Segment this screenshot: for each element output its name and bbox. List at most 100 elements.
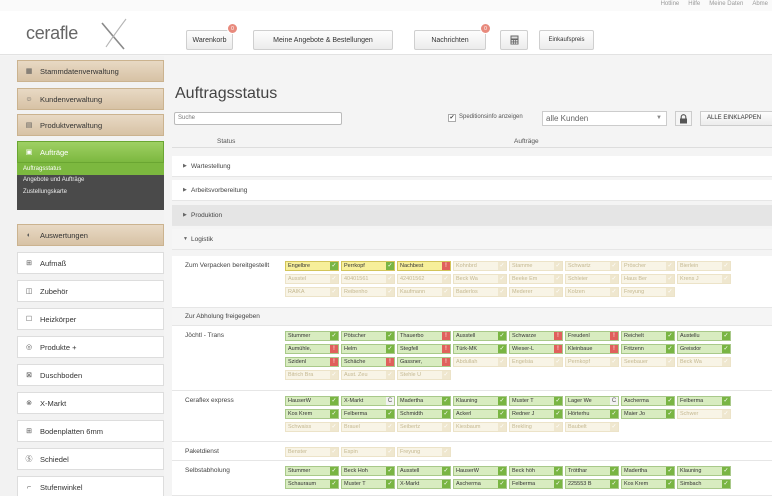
order-chip[interactable]: Schwer ✓ (677, 409, 731, 419)
order-chip[interactable]: Engelsia ✓ (509, 357, 563, 367)
lock-button[interactable] (675, 111, 692, 126)
search-input[interactable]: Suche (174, 112, 342, 125)
sidebar-item-x-markt[interactable]: ⊗ X-Markt (17, 392, 164, 414)
order-chip[interactable]: Kos Krem ✓ (285, 409, 339, 419)
order-chip[interactable]: Muster T ✓ (509, 396, 563, 406)
order-chip[interactable]: Reichelt ✓ (621, 331, 675, 341)
sidebar-item-auswertungen[interactable]: ◐ Auswertungen (17, 224, 164, 246)
order-chip[interactable]: Gassner,! (397, 357, 451, 367)
order-chip[interactable]: Hörterhu ✓ (565, 409, 619, 419)
order-chip[interactable]: Thauerbo! (397, 331, 451, 341)
order-chip[interactable]: Perrkopf ✓ (341, 261, 395, 271)
order-chip[interactable]: Nachbest! (397, 261, 451, 271)
order-chip[interactable]: Ausstel ✓ (285, 274, 339, 284)
order-chip[interactable]: Pernkopf ✓ (565, 357, 619, 367)
order-chip[interactable]: Aust. Zeu ✓ (341, 370, 395, 380)
order-chip[interactable]: Felberma ✓ (341, 409, 395, 419)
order-chip[interactable]: Türk-MK ✓ (453, 344, 507, 354)
order-chip[interactable]: Schwartz ✓ (565, 261, 619, 271)
order-chip[interactable]: Brauel ✓ (341, 422, 395, 432)
order-chip[interactable]: Trötthar ✓ (565, 466, 619, 476)
sidebar-item-produkte-plus[interactable]: ◎ Produkte + (17, 336, 164, 358)
group-produktion[interactable]: ▶ Produktion (172, 205, 772, 226)
sidebar-item-kunden[interactable]: ☺ Kundenverwaltung (17, 88, 164, 110)
customer-select[interactable]: alle Kunden ▼ (542, 111, 667, 126)
order-chip[interactable]: Schwarze! (509, 331, 563, 341)
order-chip[interactable]: Kolzen ✓ (565, 287, 619, 297)
group-wartestellung[interactable]: ▶ Wartestellung (172, 156, 772, 177)
order-chip[interactable]: Wieser-L! (509, 344, 563, 354)
order-chip[interactable]: Kiesbaum ✓ (453, 422, 507, 432)
order-chip[interactable]: Pötscher ✓ (341, 331, 395, 341)
sidebar-item-bodenplatten[interactable]: ⊞ Bodenplatten 6mm (17, 420, 164, 442)
order-chip[interactable]: Ausstell ✓ (397, 466, 451, 476)
order-chip[interactable]: Beeke Em ✓ (509, 274, 563, 284)
order-chip[interactable]: Brekling ✓ (509, 422, 563, 432)
order-chip[interactable]: Reibenho ✓ (341, 287, 395, 297)
group-logistik[interactable]: ▼ Logistik (172, 229, 772, 250)
order-chip[interactable]: Szidenl! (285, 357, 339, 367)
sidebar-item-zubehoer[interactable]: ◫ Zubehör (17, 280, 164, 302)
order-chip[interactable]: Helm ✓ (341, 344, 395, 354)
order-chip[interactable]: X-Markt C (341, 396, 395, 406)
order-chip[interactable]: Simbach ✓ (677, 479, 731, 489)
order-chip[interactable]: Beck Hoh ✓ (341, 466, 395, 476)
order-chip[interactable]: Haus Ber ✓ (621, 274, 675, 284)
order-chip[interactable]: HauserW ✓ (453, 466, 507, 476)
help-link[interactable]: Hilfe (688, 1, 700, 7)
cart-button[interactable]: Warenkorb 0 (186, 23, 238, 50)
order-chip[interactable]: Maier Jo ✓ (621, 409, 675, 419)
order-chip[interactable]: Austellu ✓ (677, 331, 731, 341)
order-chip[interactable]: Klauning ✓ (677, 466, 731, 476)
order-chip[interactable]: Engelbre ✓ (285, 261, 339, 271)
hotline-link[interactable]: Hotline (661, 1, 680, 7)
order-chip[interactable]: Kohnbrd ✓ (453, 261, 507, 271)
order-chip[interactable]: Beck höh ✓ (509, 466, 563, 476)
sidebar-item-stufenwinkel[interactable]: ⌐ Stufenwinkel (17, 476, 164, 496)
logout-link[interactable]: Abme (752, 1, 768, 7)
my-data-link[interactable]: Meine Daten (709, 1, 743, 7)
order-chip[interactable]: Bitrich Bra ✓ (285, 370, 339, 380)
order-chip[interactable]: Kleinbaue! (565, 344, 619, 354)
my-offers-orders-button[interactable]: Meine Angebote & Bestellungen (253, 30, 393, 50)
order-chip[interactable]: Freyung ✓ (397, 447, 451, 457)
order-chip[interactable]: Ausstell ✓ (453, 331, 507, 341)
collapse-all-button[interactable]: ALLE EINKLAPPEN (700, 111, 772, 126)
sidebar-item-aufmass[interactable]: ⊞ Aufmaß (17, 252, 164, 274)
order-chip[interactable]: Aumühle,! (285, 344, 339, 354)
order-chip[interactable]: Fritzenn ✓ (621, 344, 675, 354)
order-chip[interactable]: Espin ✓ (341, 447, 395, 457)
order-chip[interactable]: Beck Wa ✓ (677, 357, 731, 367)
order-chip[interactable]: 42401562 ✓ (397, 274, 451, 284)
order-chip[interactable]: Schwaiss ✓ (285, 422, 339, 432)
submenu-angebote-auftraege[interactable]: Angebote und Aufträge (17, 175, 164, 187)
sidebar-item-produkte[interactable]: ▤ Produktverwaltung (17, 114, 164, 136)
order-chip[interactable]: Stehle U ✓ (397, 370, 451, 380)
order-chip[interactable]: Felberma ✓ (509, 479, 563, 489)
order-chip[interactable]: RAIKA ✓ (285, 287, 339, 297)
group-arbeitsvorbereitung[interactable]: ▶ Arbeitsvorbereitung (172, 180, 772, 201)
sidebar-item-schiedel[interactable]: Ⓢ Schiedel (17, 448, 164, 470)
order-chip[interactable]: Mederer ✓ (509, 287, 563, 297)
order-chip[interactable]: Ascherma ✓ (453, 479, 507, 489)
order-chip[interactable]: Felberma ✓ (677, 396, 731, 406)
sidebar-item-heizkoerper[interactable]: ☐ Heizkörper (17, 308, 164, 330)
order-chip[interactable]: Abdullah ✓ (453, 357, 507, 367)
order-chip[interactable]: Beck Wa ✓ (453, 274, 507, 284)
order-chip[interactable]: Schmidth ✓ (397, 409, 451, 419)
order-chip[interactable]: Stamme ✓ (509, 261, 563, 271)
purchase-price-button[interactable]: Einkaufspreis (539, 30, 594, 50)
order-chip[interactable]: Seibertz ✓ (397, 422, 451, 432)
order-chip[interactable]: Redner J ✓ (509, 409, 563, 419)
messages-button[interactable]: Nachrichten 0 (414, 23, 491, 50)
order-chip[interactable]: Ascherma ✓ (621, 396, 675, 406)
order-chip[interactable]: Schleier ✓ (565, 274, 619, 284)
order-chip[interactable]: 40401561 ✓ (341, 274, 395, 284)
order-chip[interactable]: Freudenl! (565, 331, 619, 341)
order-chip[interactable]: Schauraum ✓ (285, 479, 339, 489)
order-chip[interactable]: Stummer ✓ (285, 466, 339, 476)
order-chip[interactable]: Baderlos ✓ (453, 287, 507, 297)
order-chip[interactable]: Kaufmann ✓ (397, 287, 451, 297)
calculator-button[interactable] (500, 30, 528, 50)
order-chip[interactable]: Kos Krem ✓ (621, 479, 675, 489)
